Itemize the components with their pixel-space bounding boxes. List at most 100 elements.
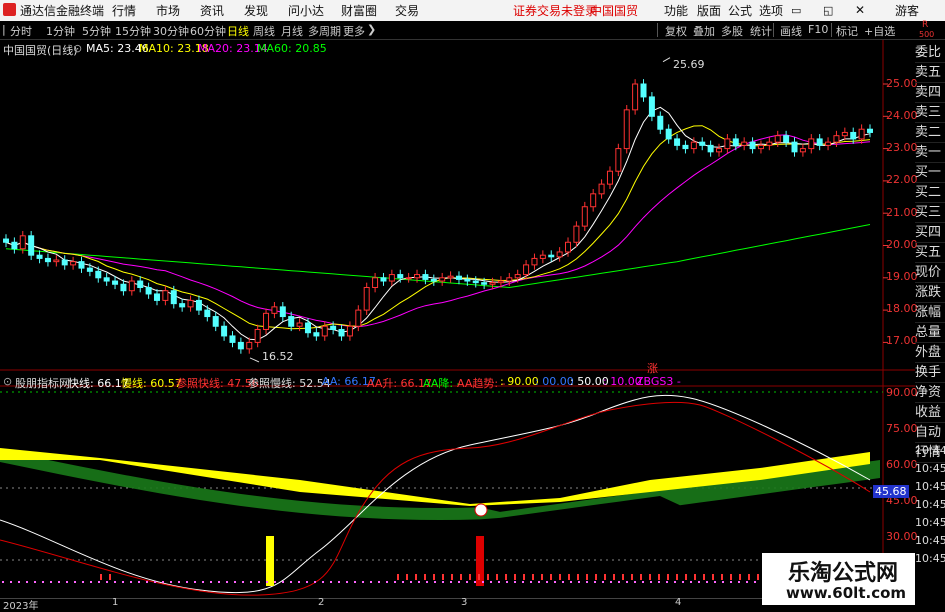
minimize-icon[interactable]: ▭	[791, 4, 801, 17]
dot-mark	[490, 581, 492, 583]
candle-body	[632, 83, 639, 111]
button-diejia[interactable]: 叠加	[693, 23, 715, 39]
button-f10[interactable]: F10	[808, 23, 828, 36]
y-tick: 18.00	[886, 302, 918, 315]
button-add-favorite[interactable]: +自选	[864, 23, 895, 39]
current-value-badge: 45.68	[873, 485, 909, 498]
dot-mark	[210, 581, 212, 583]
menu-gongneng[interactable]: 功能	[664, 2, 688, 19]
price-chart[interactable]	[0, 40, 915, 600]
watermark-box: 乐淘公式网 www.60lt.com	[762, 553, 915, 605]
candle-body	[61, 259, 68, 266]
time-cell: 10:45	[915, 516, 945, 529]
button-tongji[interactable]: 统计	[750, 23, 772, 39]
tab-weekly[interactable]: 周线	[253, 23, 275, 39]
dot-mark	[378, 581, 380, 583]
candle-body	[397, 274, 404, 279]
candle-body	[455, 275, 462, 280]
chevron-right-icon[interactable]: ❯	[367, 23, 376, 36]
collapse-icon[interactable]: ⊙	[73, 42, 82, 55]
dot-mark	[370, 581, 372, 583]
watermark-url: www.60lt.com	[786, 584, 907, 602]
button-duogu[interactable]: 多股	[721, 23, 743, 39]
green-band	[0, 450, 880, 520]
y-tick: 21.00	[886, 206, 918, 219]
dot-mark	[530, 581, 532, 583]
period-back-icon[interactable]: |	[2, 23, 6, 36]
dot-mark	[202, 581, 204, 583]
menu-xuanxiang[interactable]: 选项	[759, 2, 783, 19]
tick-mark	[613, 574, 615, 580]
dot-mark	[514, 581, 516, 583]
candle-body	[70, 261, 77, 266]
y-tick: 22.00	[886, 173, 918, 186]
close-icon[interactable]: ✕	[855, 3, 865, 17]
dot-mark	[682, 581, 684, 583]
restore-icon[interactable]: ◱	[823, 4, 833, 17]
dot-mark	[546, 581, 548, 583]
dot-mark	[42, 581, 44, 583]
button-huaxian[interactable]: 画线	[780, 23, 802, 39]
dot-mark	[586, 581, 588, 583]
dot-mark	[610, 581, 612, 583]
menu-hangqing[interactable]: 行情	[112, 2, 136, 19]
menu-zixun[interactable]: 资讯	[200, 2, 224, 19]
label-auto[interactable]: 自动	[915, 423, 945, 443]
tab-monthly[interactable]: 月线	[281, 23, 303, 39]
dot-mark	[666, 581, 668, 583]
menu-gongshi[interactable]: 公式	[728, 2, 752, 19]
candle-body	[405, 277, 412, 280]
menu-jiaoyi[interactable]: 交易	[395, 2, 419, 19]
candle-body	[732, 138, 739, 146]
dot-mark	[578, 581, 580, 583]
menu-shichang[interactable]: 市场	[156, 2, 180, 19]
x-label: 2	[318, 597, 325, 608]
dot-mark	[170, 581, 172, 583]
candle-body	[271, 306, 278, 314]
dot-mark	[698, 581, 700, 583]
tick-mark	[532, 574, 534, 580]
tab-more[interactable]: 更多	[343, 23, 365, 39]
dot-mark	[26, 581, 28, 583]
tab-30min[interactable]: 30分钟	[153, 23, 189, 39]
dot-mark	[18, 581, 20, 583]
tab-5min[interactable]: 5分钟	[82, 23, 111, 39]
candle-body	[741, 141, 748, 146]
candle-body	[657, 115, 664, 130]
dot-mark	[186, 581, 188, 583]
menu-wenxiaoda[interactable]: 问小达	[288, 2, 324, 19]
tab-multi-period[interactable]: 多周期	[308, 23, 341, 39]
tick-mark	[424, 574, 426, 580]
menu-faxian[interactable]: 发现	[244, 2, 268, 19]
dot-mark	[154, 581, 156, 583]
dot-mark	[114, 581, 116, 583]
button-biaoji[interactable]: 标记	[836, 23, 858, 39]
candle-body	[783, 135, 790, 143]
menu-caifuquan[interactable]: 财富圈	[341, 2, 377, 19]
x-label: 3	[461, 597, 468, 608]
dot-mark	[74, 581, 76, 583]
user-label[interactable]: 游客	[895, 2, 919, 19]
candle-body	[497, 280, 504, 284]
tab-15min[interactable]: 15分钟	[115, 23, 151, 39]
tab-60min[interactable]: 60分钟	[190, 23, 226, 39]
candle-body	[464, 278, 471, 282]
candle-body	[556, 251, 563, 258]
candle-body	[145, 286, 152, 295]
dot-mark	[122, 581, 124, 583]
dot-mark	[82, 581, 84, 583]
menu-banmian[interactable]: 版面	[697, 2, 721, 19]
tab-1min[interactable]: 1分钟	[46, 23, 75, 39]
button-fuquan[interactable]: 复权	[665, 23, 687, 39]
dot-mark	[434, 581, 436, 583]
indicator-toggle-icon[interactable]: ⊙	[3, 375, 12, 388]
zbgs-value: ZBGS3 -	[636, 375, 681, 388]
tab-daily[interactable]: 日线	[227, 23, 249, 39]
dot-mark	[266, 581, 268, 583]
login-status[interactable]: 证券交易未登录	[513, 2, 597, 19]
tab-fenshi[interactable]: 分时	[10, 23, 32, 39]
tick-mark	[667, 574, 669, 580]
tick-mark	[721, 574, 723, 580]
low-label: 16.52	[262, 350, 294, 363]
candle-body	[808, 138, 815, 150]
